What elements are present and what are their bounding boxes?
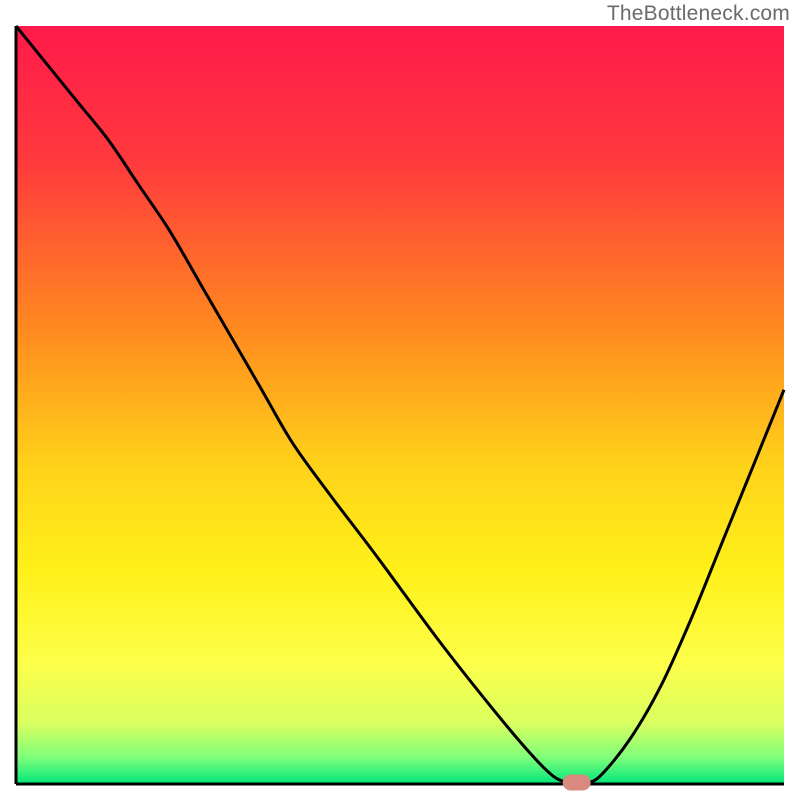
watermark-text: TheBottleneck.com (607, 2, 790, 26)
chart-container: { "watermark": "TheBottleneck.com", "cha… (0, 0, 800, 800)
optimum-marker (563, 774, 591, 790)
bottleneck-chart (0, 0, 800, 800)
